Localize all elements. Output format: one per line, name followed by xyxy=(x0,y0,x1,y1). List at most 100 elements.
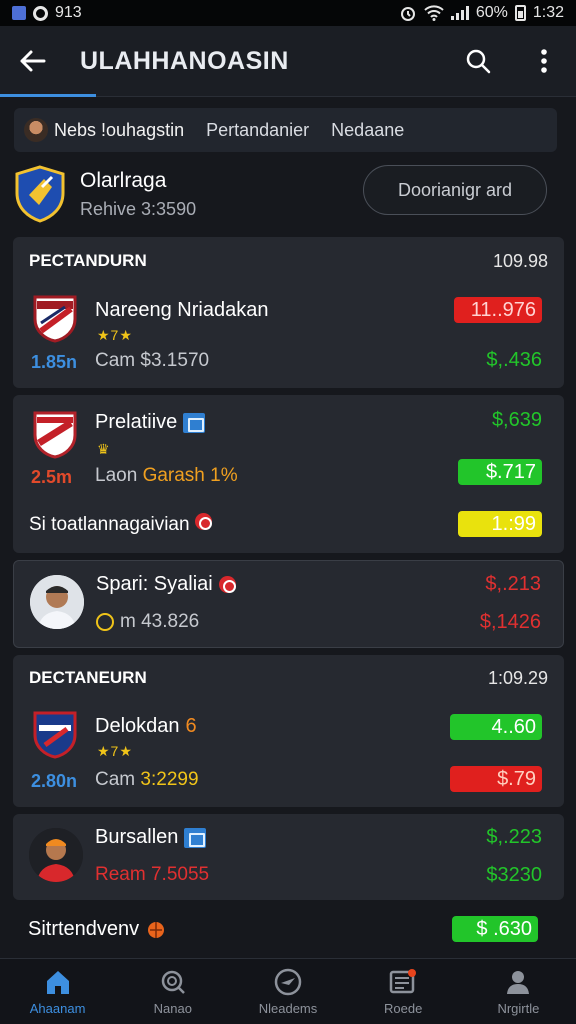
odds-pill-green[interactable]: 4..60 xyxy=(450,714,542,740)
nav-home[interactable]: Ahaanam xyxy=(0,959,115,1024)
coin-icon xyxy=(96,613,114,631)
more-button[interactable] xyxy=(526,43,562,79)
wifi-icon xyxy=(424,5,444,21)
player-card: Spari: Syaliai m 43.826 $,.213 $,1426 xyxy=(13,560,564,648)
status-left-text: 913 xyxy=(55,4,82,21)
news-icon xyxy=(388,967,418,997)
player-name-text: Spari: Syaliai xyxy=(96,573,213,595)
team-name-text: Delokdan xyxy=(95,715,180,737)
team-logo-icon xyxy=(33,411,77,459)
alert-icon xyxy=(194,513,212,530)
nav-label: Nanao xyxy=(153,1001,192,1016)
row-left-value: 1.85n xyxy=(31,352,78,372)
person-icon xyxy=(503,967,533,997)
calendar-icon xyxy=(183,412,206,433)
summary-label: Sitrtendvenv xyxy=(28,918,165,941)
page-title: ULAHHANOASIN xyxy=(80,46,289,75)
player-photo xyxy=(29,828,83,882)
match-card-2: Prelatiive ♛ 2.5m Laon Garash 1% $,639 $… xyxy=(13,395,564,553)
nav-label: Ahaanam xyxy=(29,1001,86,1016)
summary-row: Sitrtendvenv $ .630 xyxy=(28,916,548,946)
summary-text: Sitrtendvenv xyxy=(28,918,140,940)
search-icon xyxy=(158,967,188,997)
alert-icon xyxy=(218,576,236,593)
section-label: DECTANEURN xyxy=(29,668,147,687)
alarm-icon xyxy=(400,7,415,21)
player-name[interactable]: Spari: Syaliai xyxy=(96,573,236,596)
more-vert-icon xyxy=(541,49,547,73)
calendar-icon xyxy=(184,827,207,848)
subtext-prefix: Laon xyxy=(95,465,138,486)
home-icon xyxy=(43,967,73,997)
team-crest-icon xyxy=(15,165,65,223)
filter-option-2[interactable]: Nedaane xyxy=(331,120,404,141)
back-button[interactable] xyxy=(14,43,50,79)
filter-bar: Nebs !ouhagstin Pertandanier Nedaane xyxy=(14,108,557,152)
nav-label: Nrgirtle xyxy=(497,1001,540,1016)
row-right-value: $,.223 xyxy=(486,826,542,848)
player-card-2: Bursallen Ream 7.5055 $,.223 $3230 xyxy=(13,814,564,900)
active-tab-indicator xyxy=(0,94,96,97)
status-bar: 913 60% 1:32 xyxy=(0,0,576,26)
team-rank: 6 xyxy=(185,715,197,737)
plane-icon xyxy=(273,967,303,997)
row-left-value: 2.5m xyxy=(31,467,73,487)
subtext-highlight: Garash 1% xyxy=(142,465,238,486)
row-right-value: $,1426 xyxy=(479,611,541,633)
row-subtext: Cam 3:2299 xyxy=(95,769,199,791)
clock: 1:32 xyxy=(532,4,564,21)
nav-label: Roede xyxy=(384,1001,423,1016)
section-label: PECTANDURN xyxy=(29,251,147,270)
subtext-prefix: Cam xyxy=(95,769,136,790)
row-subtext: Laon Garash 1% xyxy=(95,465,238,487)
signal-icon xyxy=(450,6,469,20)
player-avatar xyxy=(29,828,83,882)
player-stats: m 43.826 xyxy=(96,611,199,633)
nav-search[interactable]: Nanao xyxy=(115,959,230,1024)
player-avatar xyxy=(30,575,84,629)
app-bar: ULAHHANOASIN xyxy=(0,26,576,96)
team-header: Olarlraga Rehive 3:3590 Doorianigr ard xyxy=(14,162,557,226)
row-right-value: $,.436 xyxy=(486,349,542,371)
match-team-name[interactable]: Prelatiive xyxy=(95,411,206,434)
app-notification-icon xyxy=(12,6,26,20)
row-right-value: $3230 xyxy=(486,864,542,886)
player-stats: Ream 7.5055 xyxy=(95,864,209,886)
odds-pill-green[interactable]: $ .630 xyxy=(452,916,538,942)
team-action-button[interactable]: Doorianigr ard xyxy=(363,165,547,215)
odds-pill-red[interactable]: $.79 xyxy=(450,766,542,792)
player-name[interactable]: Bursallen xyxy=(95,826,207,849)
row-left-value: 2.80n xyxy=(31,771,78,791)
filter-option-1[interactable]: Pertandanier xyxy=(206,120,309,141)
match-team-name[interactable]: Delokdan 6 xyxy=(95,715,197,738)
nav-leaders[interactable]: Nleadems xyxy=(230,959,345,1024)
filter-chip-user[interactable]: Nebs !ouhagstin xyxy=(24,118,184,142)
crown-icon: ♛ xyxy=(97,441,111,457)
section-card-2: DECTANEURN 1:09.29 Delokdan 6 ★7★ 2.80n … xyxy=(13,655,564,807)
row-right-value: $,639 xyxy=(491,409,542,431)
player-photo xyxy=(30,575,84,629)
footer-text: Si toatlannagaivian xyxy=(29,514,190,535)
search-button[interactable] xyxy=(460,43,496,79)
team-logo-icon xyxy=(33,711,77,759)
nav-news[interactable]: Roede xyxy=(346,959,461,1024)
odds-pill-yellow[interactable]: 1.:99 xyxy=(458,511,542,537)
search-icon xyxy=(466,49,491,74)
match-team-name[interactable]: Nareeng Nriadakan xyxy=(95,299,268,322)
section-card-1: PECTANDURN 109.98 Nareeng Nriadakan ★7★ … xyxy=(13,237,564,388)
team-name-text: Prelatiive xyxy=(95,411,178,433)
team-subtitle: Rehive 3:3590 xyxy=(80,198,197,219)
team-logo-icon xyxy=(33,295,77,343)
ball-icon xyxy=(148,921,165,938)
nav-profile[interactable]: Nrgirtle xyxy=(461,959,576,1024)
odds-pill-green[interactable]: $.717 xyxy=(458,459,542,485)
odds-pill-red[interactable]: 11..976 xyxy=(454,297,542,323)
rating-stars: ★7★ xyxy=(97,743,133,759)
player-stat-text: m 43.826 xyxy=(120,611,200,632)
subtext-prefix: Ream xyxy=(95,864,146,885)
filter-chip-label: Nebs !ouhagstin xyxy=(54,119,185,140)
subtext-highlight: 7.5055 xyxy=(150,864,210,885)
row-subtext: Cam $3.1570 xyxy=(95,350,210,371)
section-value: 1:09.29 xyxy=(487,668,548,688)
avatar xyxy=(24,118,48,142)
